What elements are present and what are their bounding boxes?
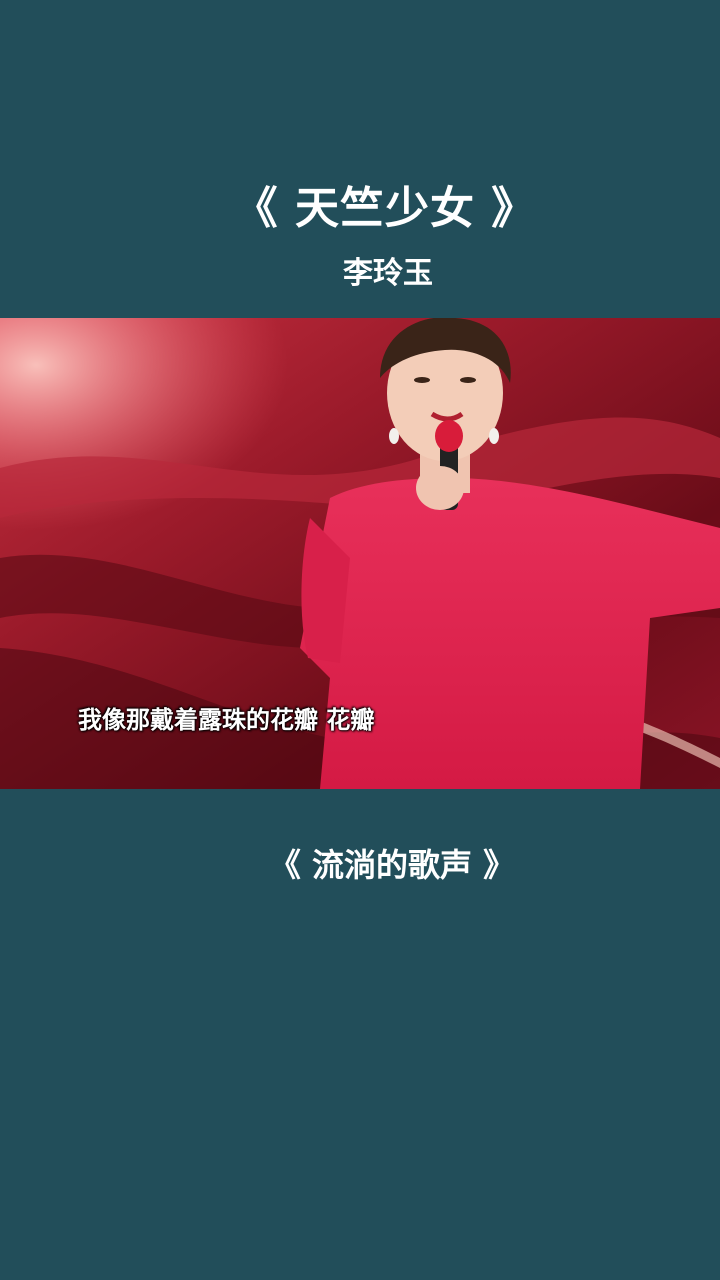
singer-name: 李玲玉 [343, 256, 433, 291]
next-song-title: 《 流淌的歌声 》 [268, 846, 516, 884]
video-frame[interactable]: 我像那戴着露珠的花瓣 花瓣 [0, 318, 720, 789]
song-title: 《 天竺少女 》 [233, 183, 537, 234]
lyric-subtitle: 我像那戴着露珠的花瓣 花瓣 [78, 706, 375, 734]
